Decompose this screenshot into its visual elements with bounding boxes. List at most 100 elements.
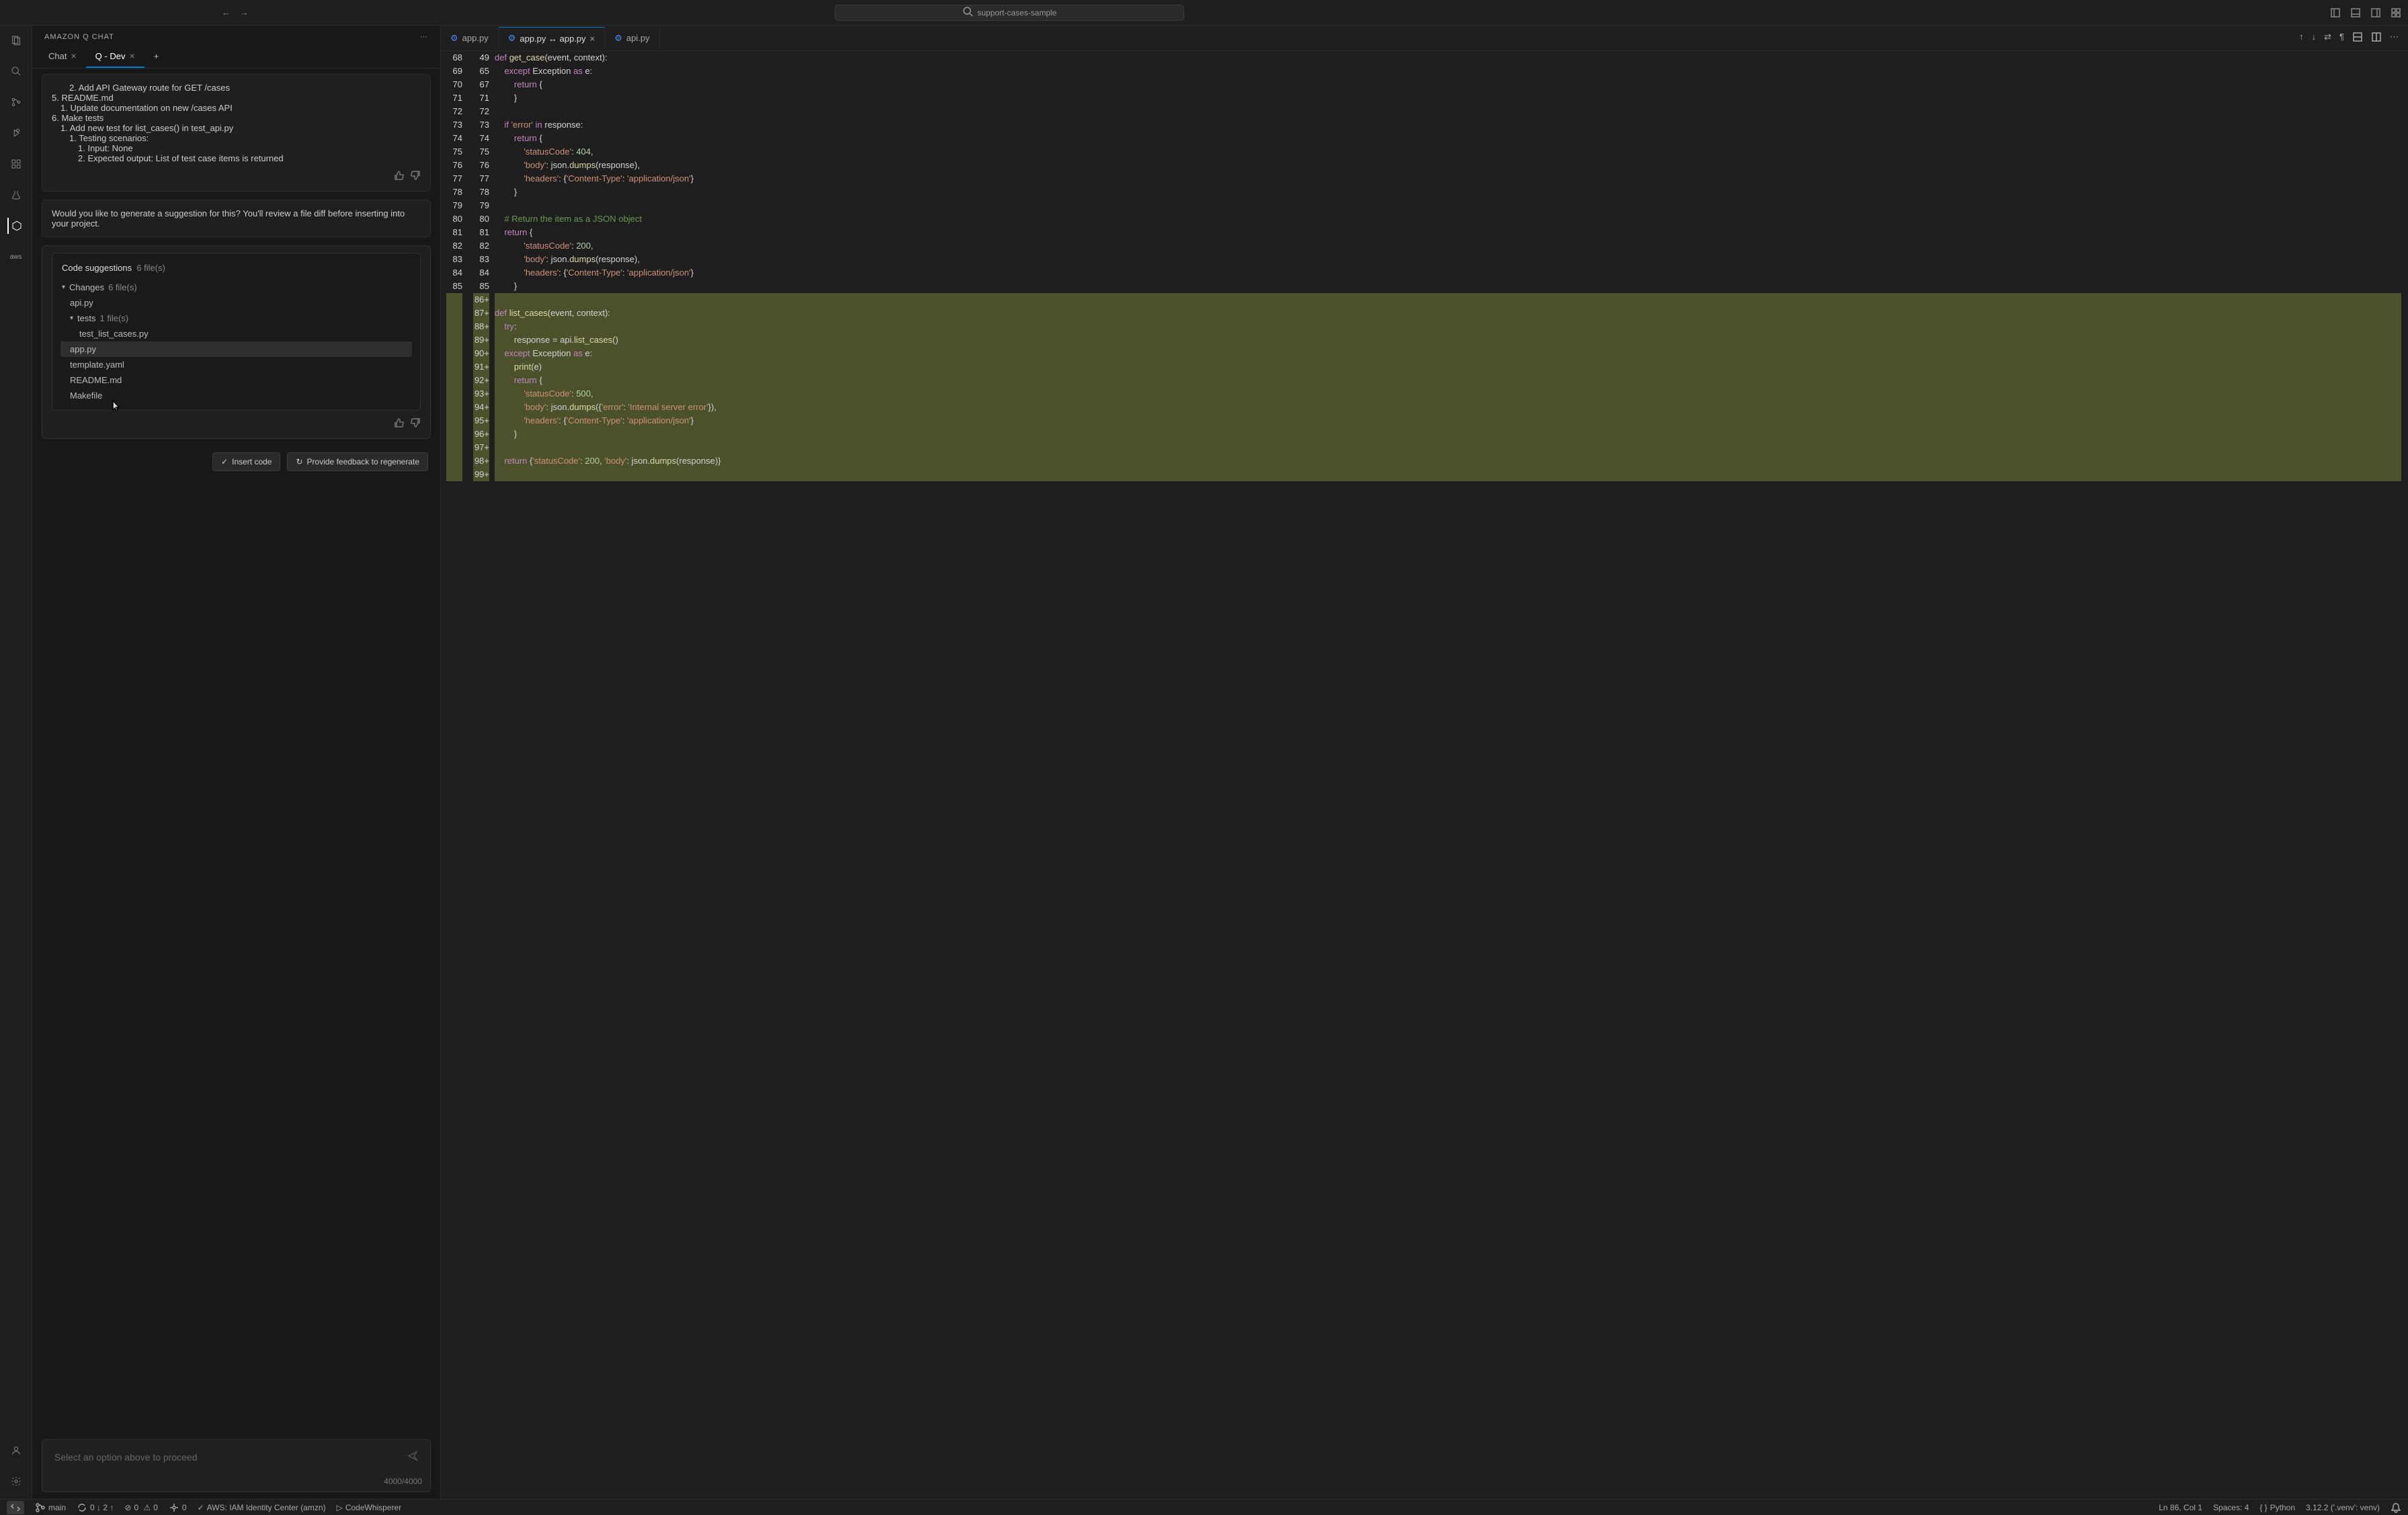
explorer-icon[interactable] — [8, 32, 24, 48]
activity-bar: aws — [0, 26, 32, 1499]
outline-item: 1. Input: None — [52, 143, 421, 153]
error-count: 0 — [134, 1503, 138, 1512]
editor-tab-app[interactable]: ⚙ app.py — [441, 28, 499, 49]
editor-toolbar: ↑ ↓ ⇄ ¶ ⋯ — [2299, 32, 2408, 44]
char-counter: 4000/4000 — [42, 1474, 430, 1491]
close-icon[interactable]: × — [129, 50, 134, 61]
button-label: Provide feedback to regenerate — [307, 457, 419, 466]
branch-status[interactable]: main — [35, 1502, 66, 1513]
tab-label: Chat — [48, 51, 67, 61]
python-env[interactable]: 3.12.2 ('.venv': venv) — [2306, 1503, 2380, 1512]
button-label: Insert code — [232, 457, 272, 466]
insert-code-button[interactable]: ✓ Insert code — [212, 452, 280, 471]
thumbs-down-icon[interactable] — [410, 417, 421, 430]
amazon-q-icon[interactable] — [7, 218, 24, 234]
next-change-icon[interactable]: ↓ — [2312, 32, 2317, 44]
chat-tabs: Chat × Q - Dev × + — [32, 45, 440, 69]
aws-text: AWS: IAM Identity Center (amzn) — [207, 1503, 326, 1512]
branch-name: main — [48, 1503, 66, 1512]
file-readme[interactable]: README.md — [60, 372, 412, 388]
lang-text: Python — [2270, 1503, 2295, 1512]
sync-text: 0 ↓ 2 ↑ — [90, 1503, 114, 1512]
nav-back-icon[interactable]: ← — [220, 6, 232, 19]
more-icon[interactable]: ⋯ — [420, 32, 428, 41]
search-icon — [962, 6, 973, 19]
nav-forward-icon[interactable]: → — [239, 6, 250, 19]
send-icon[interactable] — [407, 1450, 418, 1463]
codewhisperer-status[interactable]: ▷ CodeWhisperer — [337, 1503, 402, 1512]
editor-tabs: ⚙ app.py ⚙ app.py ↔ app.py × ⚙ api.py ↑ … — [441, 26, 2408, 51]
file-test-list-cases[interactable]: test_list_cases.py — [60, 326, 412, 341]
ports-status[interactable]: 0 — [169, 1502, 187, 1513]
chat-sidebar: AMAZON Q CHAT ⋯ Chat × Q - Dev × + 2. Ad… — [32, 26, 441, 1499]
sidebar-header: AMAZON Q CHAT ⋯ — [32, 26, 440, 45]
extensions-icon[interactable] — [8, 156, 24, 172]
close-icon[interactable]: × — [71, 50, 76, 61]
prev-change-icon[interactable]: ↑ — [2299, 32, 2304, 44]
thumbs-down-icon[interactable] — [410, 170, 421, 183]
chat-input[interactable]: Select an option above to proceed 4000/4… — [42, 1439, 431, 1492]
account-icon[interactable] — [8, 1442, 24, 1459]
code-suggestions-card: Code suggestions 6 file(s) ▾ Changes 6 f… — [42, 245, 431, 439]
command-center[interactable]: support-cases-sample — [835, 5, 1184, 21]
more-icon[interactable]: ⋯ — [2390, 32, 2399, 44]
aws-icon[interactable]: aws — [8, 249, 24, 265]
inline-icon[interactable] — [2352, 32, 2363, 44]
thumbs-up-icon[interactable] — [394, 417, 405, 430]
file-label: api.py — [70, 298, 93, 308]
outline-item: 6. Make tests — [52, 113, 421, 123]
chevron-down-icon: ▾ — [70, 315, 73, 322]
titlebar: ← → support-cases-sample — [0, 0, 2408, 26]
group-count: 6 file(s) — [108, 282, 137, 292]
swap-icon[interactable]: ⇄ — [2324, 32, 2331, 44]
changes-group[interactable]: ▾ Changes 6 file(s) — [60, 280, 412, 295]
notification-icon[interactable] — [2391, 1502, 2401, 1513]
code-lines: def get_case(event, context): except Exc… — [495, 51, 2408, 1499]
cursor-icon — [111, 400, 122, 413]
indent-status[interactable]: Spaces: 4 — [2213, 1503, 2249, 1512]
chat-tab-qdev[interactable]: Q - Dev × — [86, 45, 144, 68]
problems-status[interactable]: ⊘ 0 ⚠ 0 — [124, 1503, 158, 1512]
run-debug-icon[interactable] — [8, 125, 24, 141]
sidebar-title: AMAZON Q CHAT — [44, 33, 114, 41]
refresh-icon: ↻ — [296, 457, 302, 466]
settings-icon[interactable] — [8, 1473, 24, 1489]
file-app[interactable]: app.py — [60, 341, 412, 357]
whitespace-icon[interactable]: ¶ — [2339, 32, 2344, 44]
tab-label: app.py — [462, 33, 489, 43]
panel-bottom-icon[interactable] — [2350, 7, 2361, 18]
aws-status[interactable]: ✓ AWS: IAM Identity Center (amzn) — [198, 1503, 326, 1512]
file-template[interactable]: template.yaml — [60, 357, 412, 372]
remote-button[interactable] — [7, 1501, 24, 1514]
file-api[interactable]: api.py — [60, 295, 412, 311]
source-control-icon[interactable] — [8, 94, 24, 110]
sync-status[interactable]: 0 ↓ 2 ↑ — [77, 1502, 114, 1513]
editor-tab-diff[interactable]: ⚙ app.py ↔ app.py × — [499, 27, 606, 49]
question-text: Would you like to generate a suggestion … — [52, 208, 405, 229]
chat-tab-chat[interactable]: Chat × — [39, 45, 86, 68]
status-bar: main 0 ↓ 2 ↑ ⊘ 0 ⚠ 0 0 ✓ AWS: IAM Identi… — [0, 1499, 2408, 1515]
thumbs-up-icon[interactable] — [394, 170, 405, 183]
test-icon[interactable] — [8, 187, 24, 203]
tab-label: api.py — [626, 33, 650, 43]
outline-item: 1. Testing scenarios: — [52, 133, 421, 143]
group-label: Changes — [69, 282, 104, 292]
check-icon: ✓ — [221, 457, 228, 466]
regenerate-button[interactable]: ↻ Provide feedback to regenerate — [287, 452, 428, 471]
cursor-position[interactable]: Ln 86, Col 1 — [2159, 1503, 2202, 1512]
tests-group[interactable]: ▾ tests 1 file(s) — [60, 311, 412, 326]
warning-count: 0 — [153, 1503, 158, 1512]
cw-text: CodeWhisperer — [345, 1503, 401, 1512]
language-mode[interactable]: { } Python — [2259, 1503, 2295, 1512]
panel-right-icon[interactable] — [2370, 7, 2381, 18]
panel-left-icon[interactable] — [2330, 7, 2341, 18]
layout-grid-icon[interactable] — [2391, 7, 2401, 18]
new-tab-button[interactable]: + — [144, 45, 169, 68]
editor-tab-api[interactable]: ⚙ api.py — [605, 28, 659, 49]
main-area: aws AMAZON Q CHAT ⋯ Chat × Q - Dev × + 2… — [0, 26, 2408, 1499]
close-icon[interactable]: × — [590, 34, 595, 44]
left-gutter: 686970717273747576777879808182838485 — [441, 51, 468, 1499]
code-view[interactable]: 686970717273747576777879808182838485 496… — [441, 51, 2408, 1499]
split-icon[interactable] — [2371, 32, 2382, 44]
search-icon[interactable] — [8, 63, 24, 79]
